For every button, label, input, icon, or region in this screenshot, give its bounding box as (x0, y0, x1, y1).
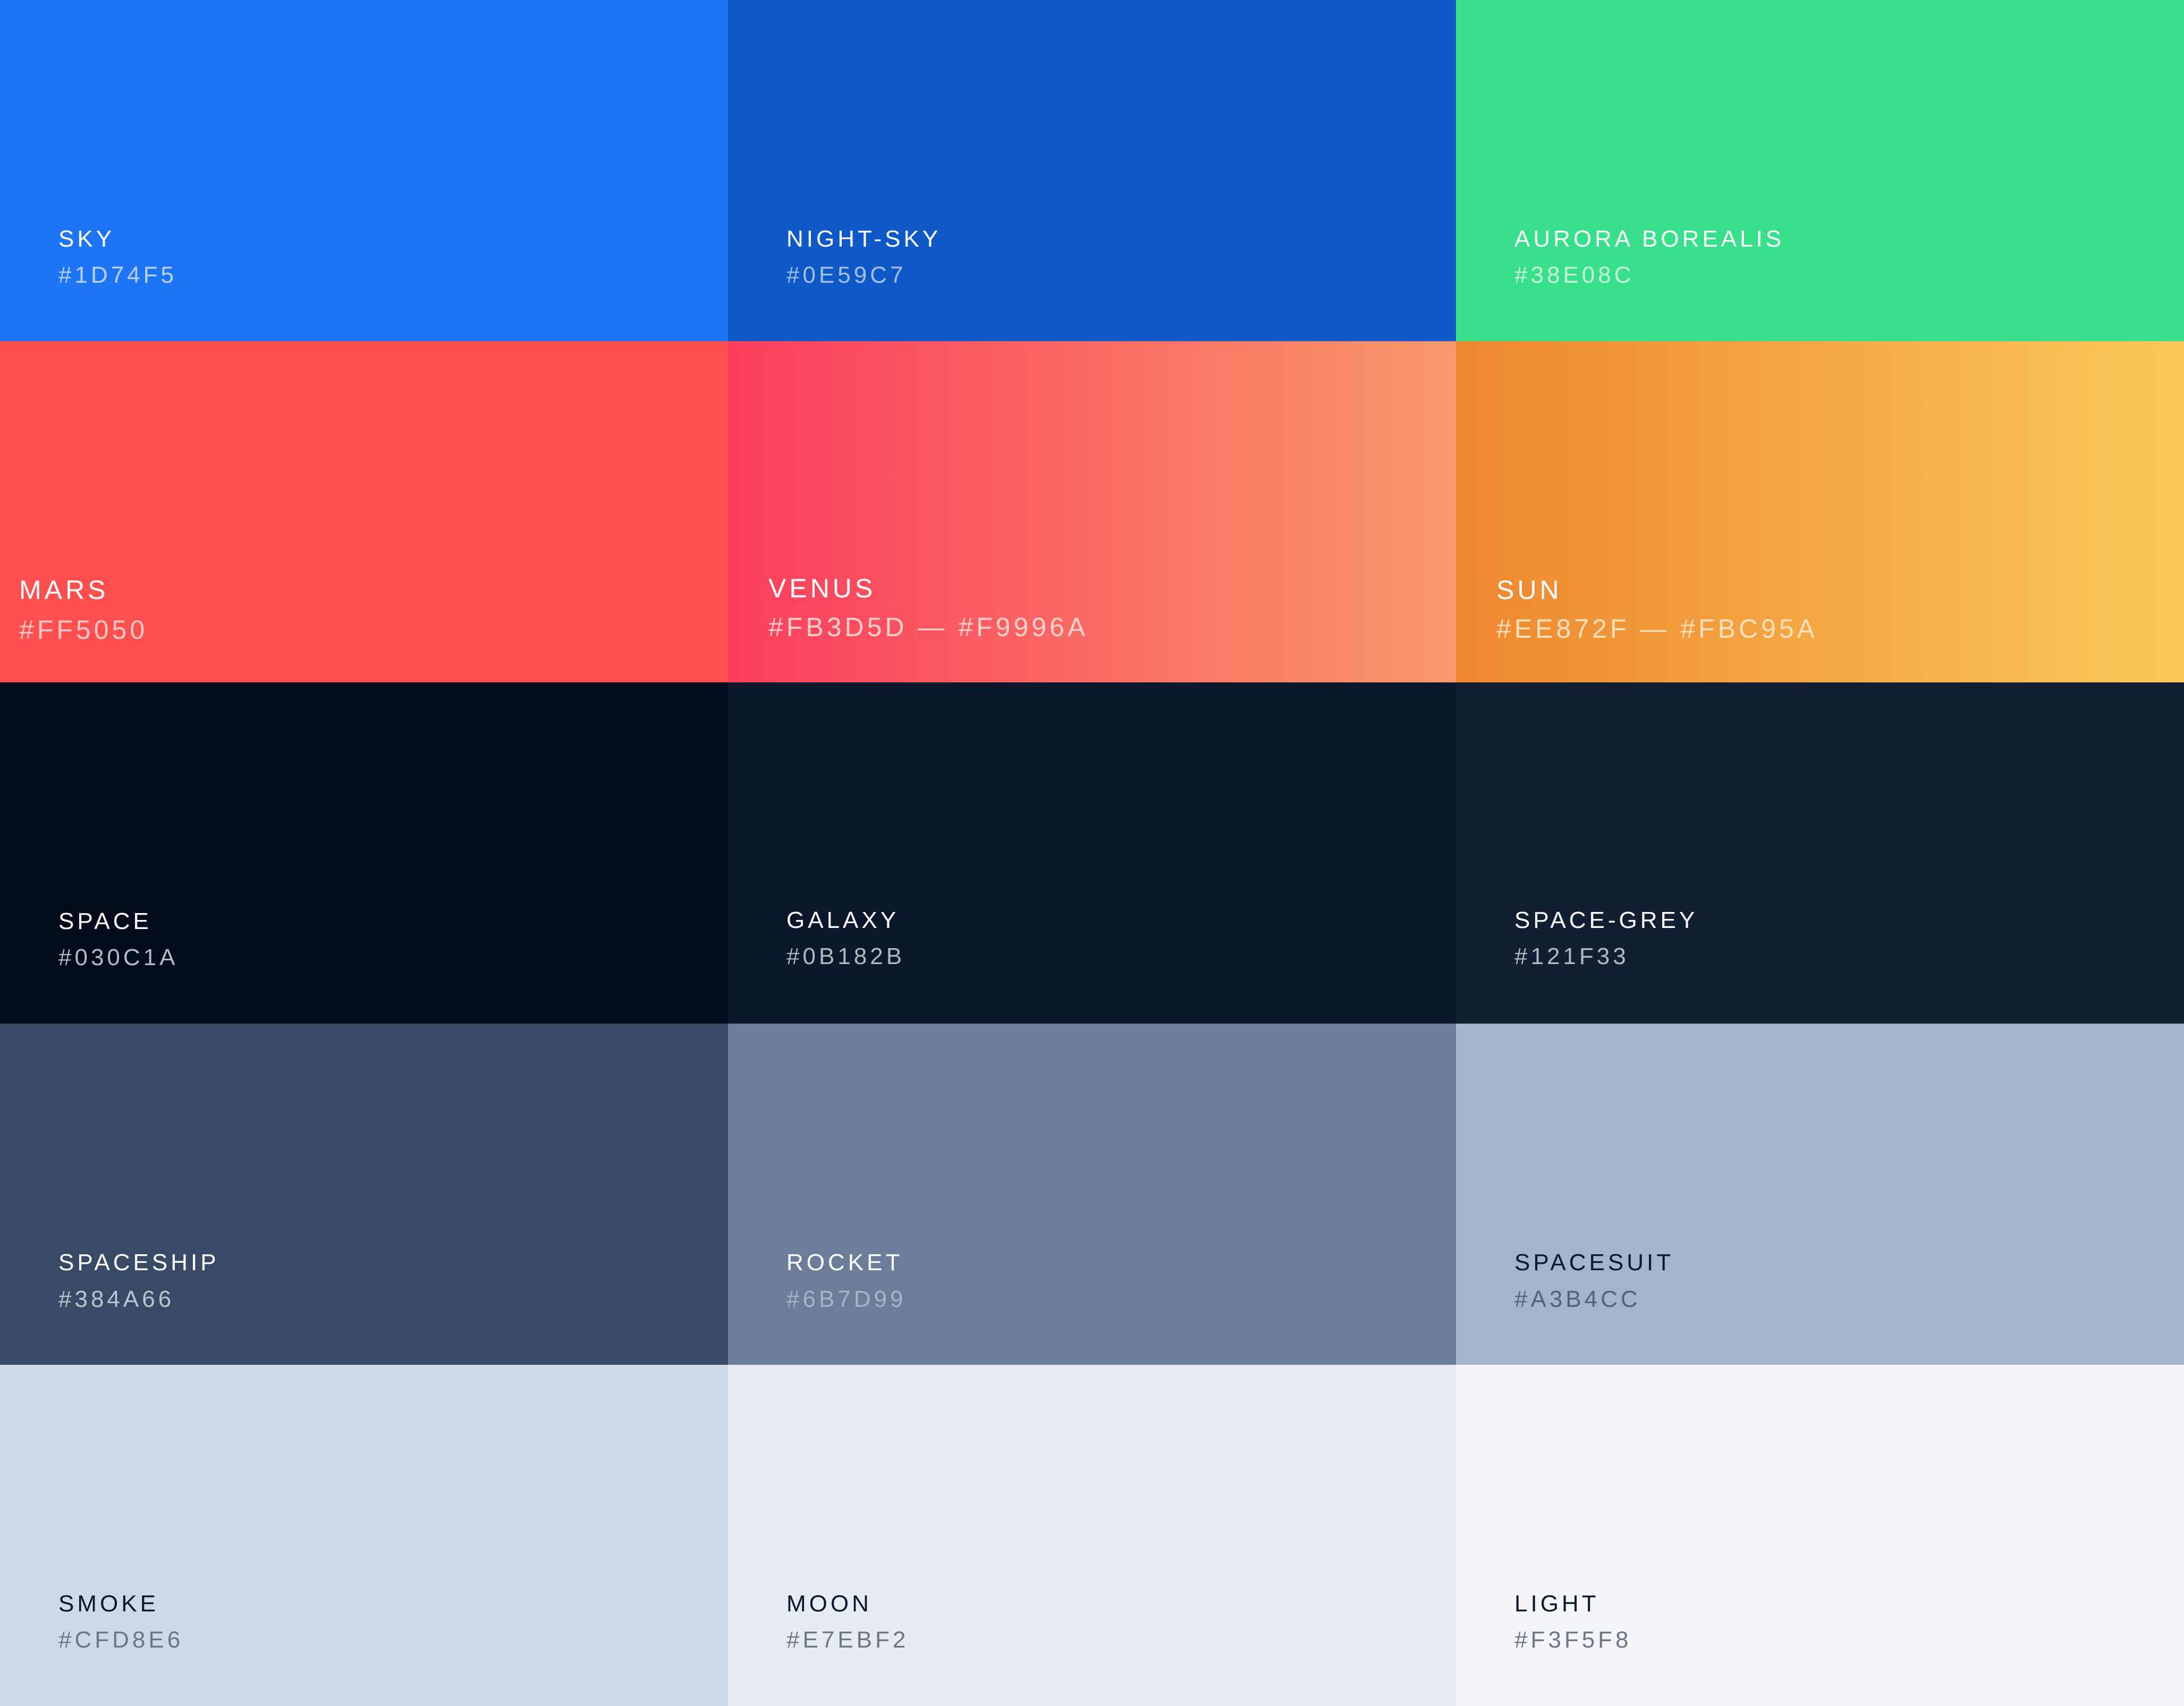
swatch-name: ROCKET (786, 1249, 903, 1276)
swatch-hex-code[interactable]: #FF5050 (19, 616, 148, 643)
swatch-name: SMOKE (58, 1591, 159, 1617)
color-palette: SKY #1D74F5 NIGHT-SKY #0E59C7 AURORA BOREALI… (0, 0, 2184, 1706)
swatch-name: NIGHT-SKY (786, 226, 942, 252)
swatch-hex-code[interactable]: #121F33 (1514, 945, 1629, 968)
swatch-hex-code[interactable]: #FB3D5D — #F9996A (768, 614, 1088, 640)
swatch-hex-code[interactable]: #38E08C (1514, 264, 1634, 287)
swatch-mars[interactable]: MARS #FF5050 (0, 341, 728, 682)
swatch-name: LIGHT (1514, 1591, 1599, 1617)
swatch-name: SPACE (58, 908, 152, 934)
swatch-hex-code[interactable]: #6B7D99 (786, 1288, 906, 1311)
swatch-night-sky[interactable]: NIGHT-SKY #0E59C7 (728, 0, 1456, 341)
swatch-hex-code[interactable]: #CFD8E6 (58, 1628, 183, 1652)
swatch-hex-code[interactable]: #A3B4CC (1514, 1288, 1641, 1311)
swatch-space-grey[interactable]: SPACE-GREY #121F33 (1456, 682, 2184, 1024)
swatch-space[interactable]: SPACE #030C1A (0, 682, 728, 1024)
swatch-sky[interactable]: SKY #1D74F5 (0, 0, 728, 341)
swatch-hex-code[interactable]: #0E59C7 (786, 264, 906, 287)
swatch-name: VENUS (768, 573, 876, 603)
swatch-hex-code[interactable]: #030C1A (58, 946, 178, 969)
swatch-hex-code[interactable]: #384A66 (58, 1288, 174, 1311)
swatch-venus[interactable]: VENUS #FB3D5D — #F9996A (728, 341, 1456, 682)
swatch-name: MARS (19, 575, 109, 605)
swatch-name: SUN (1496, 575, 1562, 605)
swatch-name: MOON (786, 1591, 872, 1617)
swatch-light[interactable]: LIGHT #F3F5F8 (1456, 1365, 2184, 1706)
swatch-rocket[interactable]: ROCKET #6B7D99 (728, 1024, 1456, 1365)
swatch-smoke[interactable]: SMOKE #CFD8E6 (0, 1365, 728, 1706)
swatch-hex-code[interactable]: #1D74F5 (58, 264, 177, 287)
swatch-hex-code[interactable]: #E7EBF2 (786, 1628, 909, 1652)
swatch-galaxy[interactable]: GALAXY #0B182B (728, 682, 1456, 1024)
swatch-spacesuit[interactable]: SPACESUIT #A3B4CC (1456, 1024, 2184, 1365)
swatch-name: SPACE-GREY (1514, 907, 1698, 933)
swatch-name: SPACESHIP (58, 1249, 219, 1276)
swatch-hex-code[interactable]: #F3F5F8 (1514, 1628, 1632, 1652)
swatch-name: AURORA BOREALIS (1514, 226, 1785, 252)
swatch-moon[interactable]: MOON #E7EBF2 (728, 1365, 1456, 1706)
swatch-aurora-borealis[interactable]: AURORA BOREALIS #38E08C (1456, 0, 2184, 341)
swatch-sun[interactable]: SUN #EE872F — #FBC95A (1456, 341, 2184, 682)
swatch-hex-code[interactable]: #EE872F — #FBC95A (1496, 615, 1818, 642)
swatch-hex-code[interactable]: #0B182B (786, 945, 905, 968)
swatch-name: SKY (58, 226, 115, 252)
swatch-name: GALAXY (786, 907, 900, 933)
swatch-name: SPACESUIT (1514, 1249, 1674, 1276)
swatch-spaceship[interactable]: SPACESHIP #384A66 (0, 1024, 728, 1365)
